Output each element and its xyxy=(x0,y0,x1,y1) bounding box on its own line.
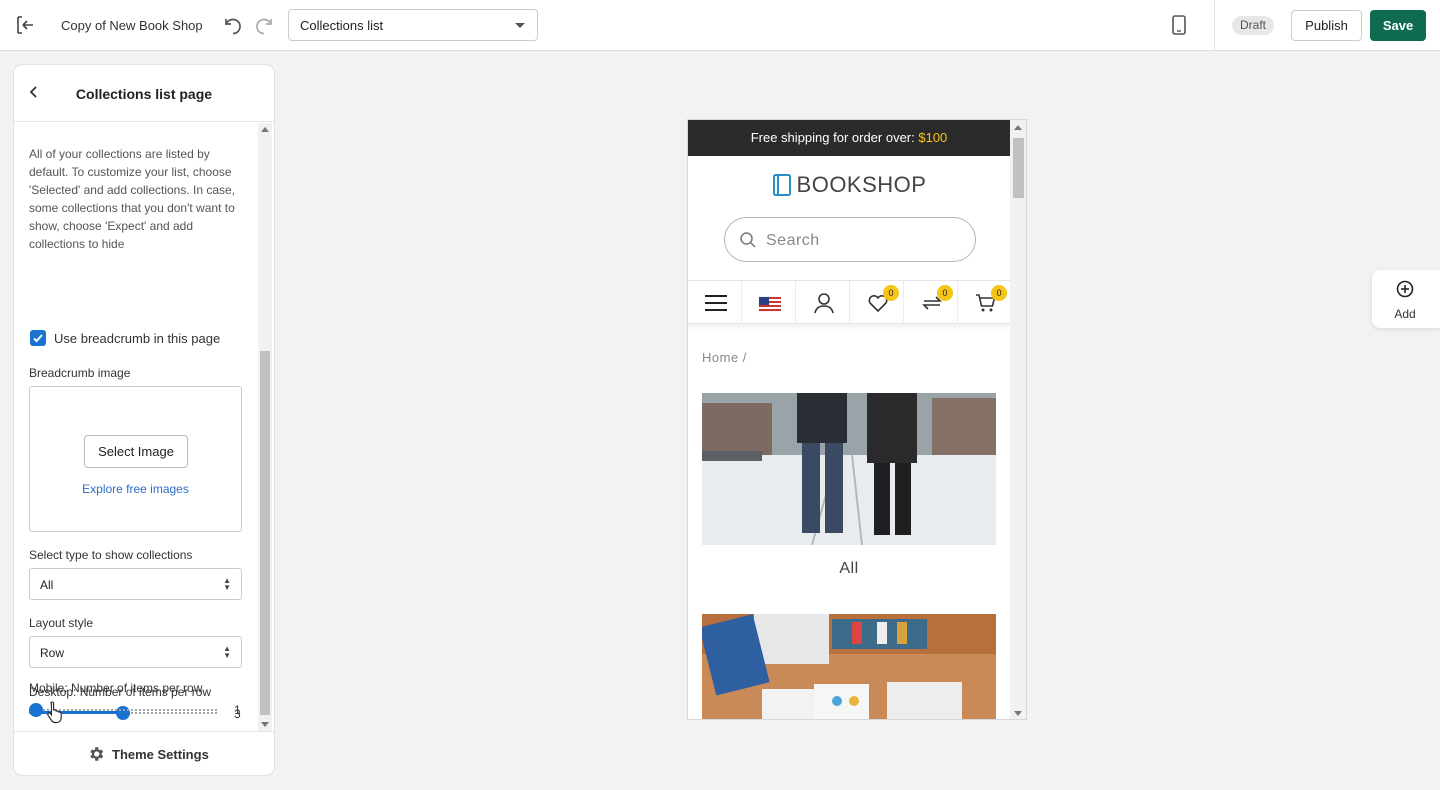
layout-style-value: Row xyxy=(40,646,65,660)
select-arrows-icon: ▲ ▼ xyxy=(223,644,231,660)
preview-scrollbar[interactable] xyxy=(1010,120,1026,719)
announcement-price: $100 xyxy=(918,130,948,145)
shop-name: Copy of New Book Shop xyxy=(61,18,203,33)
panel-header: Collections list page xyxy=(14,65,274,122)
scroll-up-icon[interactable] xyxy=(261,127,269,132)
divider xyxy=(1214,0,1215,51)
store-logo[interactable]: BOOKSHOP xyxy=(688,172,1010,202)
preview-icon-bar: 0 0 0 xyxy=(688,280,1010,324)
save-button[interactable]: Save xyxy=(1370,10,1426,41)
slider-thumb[interactable] xyxy=(29,703,43,717)
cart-icon[interactable]: 0 xyxy=(958,281,1012,324)
chevron-down-icon xyxy=(515,23,525,28)
search-icon xyxy=(740,232,756,248)
scroll-down-icon[interactable] xyxy=(1014,711,1022,716)
announcement-bar: Free shipping for order over: $100 xyxy=(688,120,1010,156)
select-arrows-icon: ▲ ▼ xyxy=(223,576,231,592)
undo-icon[interactable] xyxy=(220,13,244,37)
logo-text: BOOKSHOP xyxy=(796,172,927,197)
compare-icon[interactable]: 0 xyxy=(904,281,958,324)
collection-label[interactable]: All xyxy=(688,560,1010,578)
cart-count-badge: 0 xyxy=(991,285,1007,301)
collection-type-value: All xyxy=(40,578,54,592)
panel-body: All of your collections are listed by de… xyxy=(14,123,258,731)
publish-button[interactable]: Publish xyxy=(1291,10,1362,41)
breadcrumb-image-picker: Select Image Explore free images xyxy=(29,386,242,532)
top-bar: Copy of New Book Shop Collections list D… xyxy=(0,0,1440,51)
panel-title: Collections list page xyxy=(75,86,213,102)
collections-description: All of your collections are listed by de… xyxy=(29,147,236,251)
breadcrumb-image-label: Breadcrumb image xyxy=(29,366,131,380)
theme-settings-label: Theme Settings xyxy=(112,747,209,762)
mobile-device-icon[interactable] xyxy=(1168,13,1190,37)
layout-style-select[interactable]: Row ▲ ▼ xyxy=(29,636,242,668)
breadcrumb-checkbox-label: Use breadcrumb in this page xyxy=(54,331,221,346)
wishlist-icon[interactable]: 0 xyxy=(850,281,904,324)
hand-cursor-icon xyxy=(47,701,62,724)
status-badge: Draft xyxy=(1232,16,1275,35)
scroll-thumb[interactable] xyxy=(260,351,270,715)
add-label: Add xyxy=(1394,307,1416,321)
breadcrumb-checkbox[interactable] xyxy=(30,330,46,346)
book-icon xyxy=(772,174,791,196)
page-selector-value: Collections list xyxy=(300,18,384,33)
collection-type-label: Select type to show collections xyxy=(29,548,193,562)
preview-breadcrumb[interactable]: Home / xyxy=(702,350,747,365)
wishlist-count-badge: 0 xyxy=(883,285,899,301)
plus-circle-icon xyxy=(1396,280,1414,298)
mobile-items-label: Mobile: Number of items per row xyxy=(29,681,203,695)
page-selector[interactable]: Collections list xyxy=(288,9,538,41)
add-section-button[interactable]: Add xyxy=(1372,270,1440,328)
scroll-up-icon[interactable] xyxy=(1014,125,1022,130)
panel-scrollbar[interactable] xyxy=(258,123,272,731)
collection-image-all[interactable] xyxy=(702,393,996,545)
mobile-items-value: 1 xyxy=(234,703,241,717)
gear-icon xyxy=(90,747,104,761)
us-flag-icon[interactable] xyxy=(742,281,796,324)
collection-image-books[interactable] xyxy=(702,614,996,719)
account-icon[interactable] xyxy=(796,281,850,324)
compare-count-badge: 0 xyxy=(937,285,953,301)
select-image-button[interactable]: Select Image xyxy=(84,435,188,468)
layout-style-label: Layout style xyxy=(29,616,94,630)
announcement-text: Free shipping for order over: xyxy=(750,130,919,145)
scroll-down-icon[interactable] xyxy=(261,722,269,727)
preview-search-input[interactable]: Search xyxy=(724,217,976,262)
menu-icon[interactable] xyxy=(688,281,742,324)
theme-settings-button[interactable]: Theme Settings xyxy=(14,731,274,775)
storefront-preview: Free shipping for order over: $100 BOOKS… xyxy=(687,119,1027,720)
redo-icon[interactable] xyxy=(253,13,277,37)
search-placeholder: Search xyxy=(766,232,820,249)
explore-free-images-link[interactable]: Explore free images xyxy=(30,482,241,496)
settings-panel: Collections list page All of your collec… xyxy=(14,65,274,775)
scroll-thumb[interactable] xyxy=(1013,138,1024,198)
collection-type-select[interactable]: All ▲ ▼ xyxy=(29,568,242,600)
exit-icon[interactable] xyxy=(14,14,36,36)
